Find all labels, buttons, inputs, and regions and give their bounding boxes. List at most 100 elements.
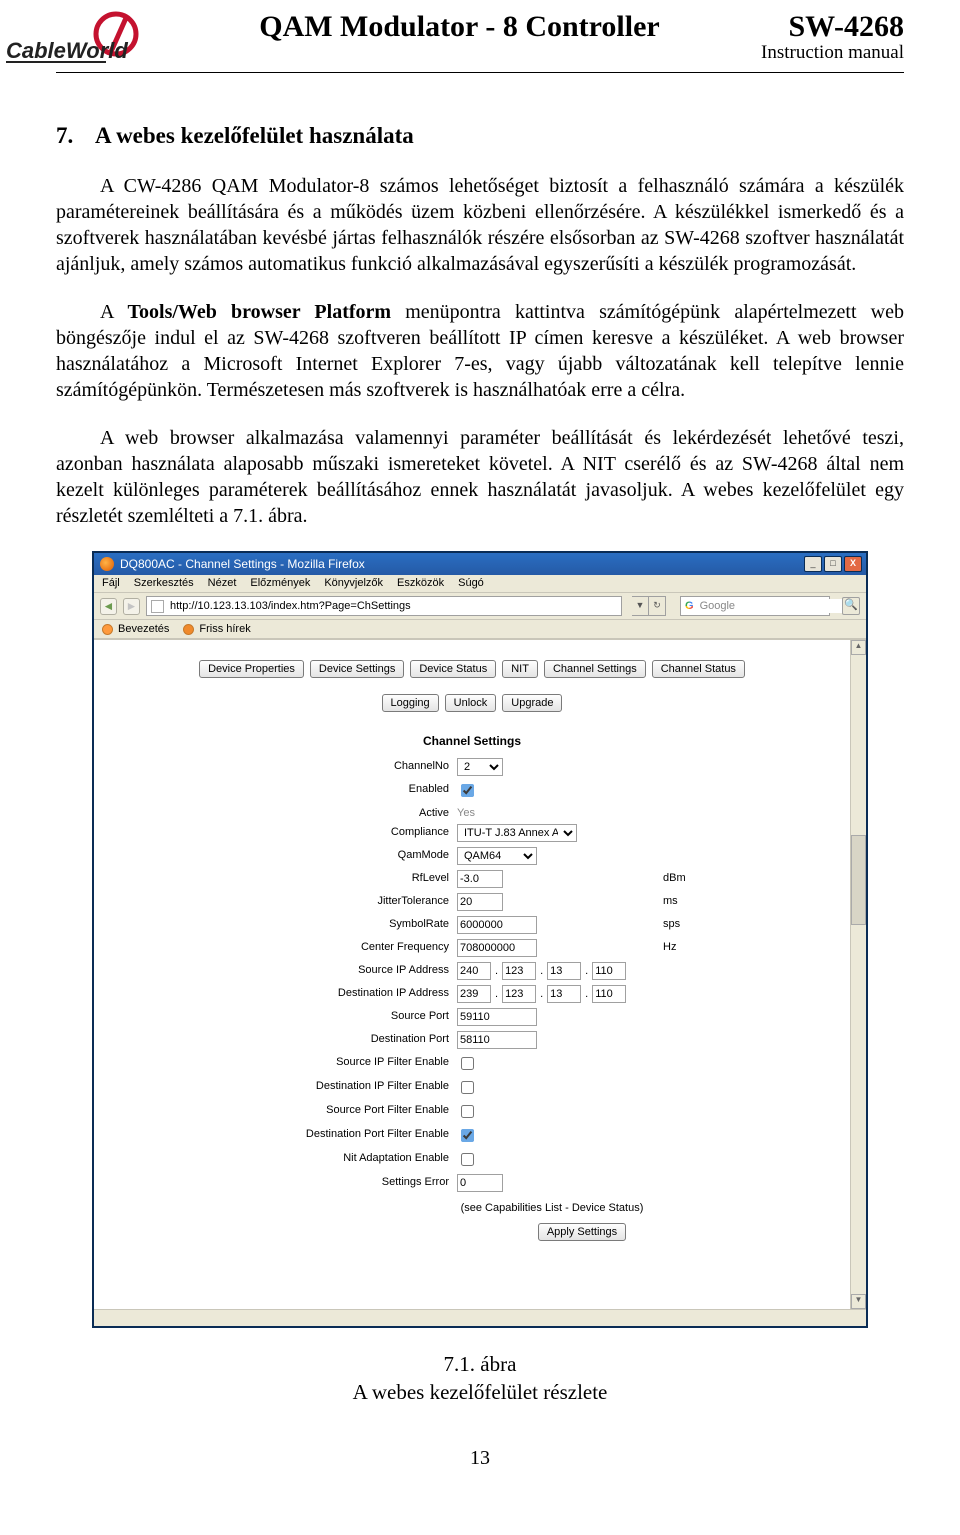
close-button[interactable]: X bbox=[844, 556, 862, 572]
window-title: DQ800AC - Channel Settings - Mozilla Fir… bbox=[120, 557, 365, 571]
tab-channel-settings[interactable]: Channel Settings bbox=[544, 660, 646, 678]
menu-history[interactable]: Előzmények bbox=[250, 577, 310, 589]
bookmark-friss-hirek[interactable]: Friss hírek bbox=[183, 623, 250, 635]
input-dstip-2[interactable] bbox=[547, 985, 581, 1003]
menu-tools[interactable]: Eszközök bbox=[397, 577, 444, 589]
tab-logging[interactable]: Logging bbox=[382, 694, 439, 712]
label-jitter: JitterTolerance bbox=[241, 893, 451, 911]
dstip-octets: . . . bbox=[457, 985, 657, 1003]
label-symbolrate: SymbolRate bbox=[241, 916, 451, 934]
label-srcport: Source Port bbox=[241, 1008, 451, 1026]
input-dstip-3[interactable] bbox=[592, 985, 626, 1003]
address-input[interactable] bbox=[168, 599, 617, 613]
reload-button[interactable]: ↻ bbox=[649, 596, 666, 616]
figure-7-1: DQ800AC - Channel Settings - Mozilla Fir… bbox=[92, 551, 868, 1407]
tab-nit[interactable]: NIT bbox=[502, 660, 538, 678]
bookmark-bevezetes[interactable]: Bevezetés bbox=[102, 623, 169, 635]
search-button[interactable]: 🔍 bbox=[842, 597, 860, 615]
tab-unlock[interactable]: Unlock bbox=[445, 694, 497, 712]
input-srcport[interactable] bbox=[457, 1008, 537, 1026]
input-dstip-0[interactable] bbox=[457, 985, 491, 1003]
sub-tabs: Logging Unlock Upgrade bbox=[382, 694, 563, 712]
search-input[interactable] bbox=[698, 599, 844, 613]
search-box[interactable]: G bbox=[680, 596, 830, 616]
label-srcip: Source IP Address bbox=[241, 962, 451, 980]
input-serr[interactable] bbox=[457, 1174, 503, 1192]
paragraph-2: A Tools/Web browser Platform menüpontra … bbox=[56, 299, 904, 403]
input-srcip-1[interactable] bbox=[502, 962, 536, 980]
page-icon bbox=[151, 600, 164, 613]
menu-view[interactable]: Nézet bbox=[208, 577, 237, 589]
input-rflevel[interactable] bbox=[457, 870, 503, 888]
input-srcip-3[interactable] bbox=[592, 962, 626, 980]
checkbox-enabled[interactable] bbox=[461, 784, 474, 797]
maximize-button[interactable]: □ bbox=[824, 556, 842, 572]
firefox-window: DQ800AC - Channel Settings - Mozilla Fir… bbox=[92, 551, 868, 1328]
select-qammode[interactable]: QAM64 bbox=[457, 847, 537, 865]
chevron-down-icon[interactable]: ▼ bbox=[632, 596, 649, 616]
tab-upgrade[interactable]: Upgrade bbox=[502, 694, 562, 712]
menu-bookmarks[interactable]: Könyvjelzők bbox=[324, 577, 383, 589]
address-dropdown[interactable]: ▼ ↻ bbox=[632, 596, 666, 616]
page-number: 13 bbox=[56, 1447, 904, 1470]
select-compliance[interactable]: ITU-T J.83 Annex A bbox=[457, 824, 577, 842]
label-nitae: Nit Adaptation Enable bbox=[241, 1150, 451, 1169]
page-header: CableWorld QAM Modulator - 8 Controller … bbox=[0, 0, 960, 70]
checkbox-nitae[interactable] bbox=[461, 1153, 474, 1166]
label-dipfe: Destination IP Filter Enable bbox=[241, 1078, 451, 1097]
tab-device-settings[interactable]: Device Settings bbox=[310, 660, 404, 678]
capabilities-hint: (see Capabilities List - Device Status) bbox=[301, 1202, 644, 1214]
menu-file[interactable]: Fájl bbox=[102, 577, 120, 589]
google-icon: G bbox=[685, 600, 694, 612]
menu-edit[interactable]: Szerkesztés bbox=[134, 577, 194, 589]
input-dstport[interactable] bbox=[457, 1031, 537, 1049]
bookmark-icon bbox=[102, 624, 113, 635]
form-title: Channel Settings bbox=[423, 734, 521, 748]
checkbox-dipfe[interactable] bbox=[461, 1081, 474, 1094]
select-channelno[interactable]: 2 bbox=[457, 758, 503, 776]
page-title: QAM Modulator - 8 Controller bbox=[148, 10, 761, 44]
input-srcip-2[interactable] bbox=[547, 962, 581, 980]
scroll-up-icon[interactable]: ▲ bbox=[851, 640, 866, 655]
label-centerfreq: Center Frequency bbox=[241, 939, 451, 957]
unit-jitter: ms bbox=[663, 893, 703, 911]
section-number: 7. bbox=[56, 123, 73, 148]
tab-device-properties[interactable]: Device Properties bbox=[199, 660, 304, 678]
label-active: Active bbox=[241, 805, 451, 819]
input-dstip-1[interactable] bbox=[502, 985, 536, 1003]
logo-text: CableWorld bbox=[6, 38, 128, 63]
label-dstip: Destination IP Address bbox=[241, 985, 451, 1003]
apply-settings-button[interactable]: Apply Settings bbox=[538, 1223, 626, 1241]
sw-code: SW-4268 bbox=[761, 10, 904, 44]
page-content: Device Properties Device Settings Device… bbox=[94, 639, 866, 1309]
bold-menu-ref: Tools/Web browser Platform bbox=[128, 301, 392, 323]
doc-type: Instruction manual bbox=[761, 42, 904, 64]
figure-caption: 7.1. ábra A webes kezelőfelület részlete bbox=[92, 1350, 868, 1407]
window-titlebar: DQ800AC - Channel Settings - Mozilla Fir… bbox=[94, 553, 866, 575]
firefox-icon bbox=[100, 557, 114, 571]
input-jitter[interactable] bbox=[457, 893, 503, 911]
input-symbolrate[interactable] bbox=[457, 916, 537, 934]
paragraph-3: A web browser alkalmazása valamennyi par… bbox=[56, 425, 904, 529]
forward-button[interactable]: ► bbox=[123, 598, 140, 615]
back-button[interactable]: ◄ bbox=[100, 598, 117, 615]
label-spfe: Source Port Filter Enable bbox=[241, 1102, 451, 1121]
checkbox-spfe[interactable] bbox=[461, 1105, 474, 1118]
input-srcip-0[interactable] bbox=[457, 962, 491, 980]
minimize-button[interactable]: _ bbox=[804, 556, 822, 572]
scrollbar[interactable]: ▲ ▼ bbox=[850, 640, 866, 1309]
value-active: Yes bbox=[457, 805, 475, 819]
caption-line-1: 7.1. ábra bbox=[92, 1350, 868, 1378]
settings-form: ChannelNo 2 Enabled Active Yes Complianc… bbox=[241, 758, 703, 1192]
tab-channel-status[interactable]: Channel Status bbox=[652, 660, 745, 678]
scroll-down-icon[interactable]: ▼ bbox=[851, 1294, 866, 1309]
menu-help[interactable]: Súgó bbox=[458, 577, 484, 589]
checkbox-sipfe[interactable] bbox=[461, 1057, 474, 1070]
scroll-thumb[interactable] bbox=[851, 835, 866, 925]
tab-device-status[interactable]: Device Status bbox=[410, 660, 496, 678]
checkbox-dpfe[interactable] bbox=[461, 1129, 474, 1142]
input-centerfreq[interactable] bbox=[457, 939, 537, 957]
label-serr: Settings Error bbox=[241, 1174, 451, 1192]
header-right: SW-4268 Instruction manual bbox=[761, 10, 904, 64]
address-bar[interactable] bbox=[146, 596, 622, 616]
